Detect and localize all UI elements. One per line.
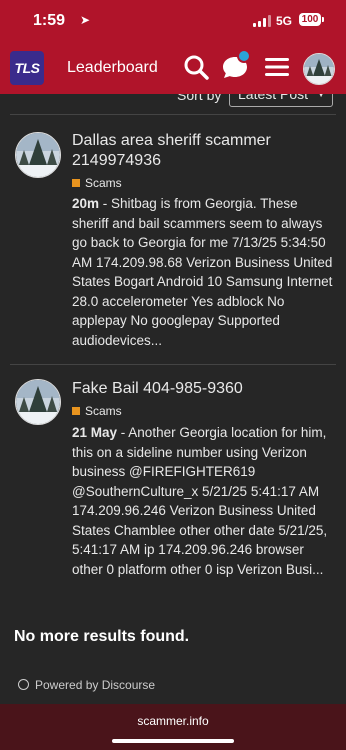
network-label: 5G bbox=[276, 14, 293, 28]
hamburger-menu-icon[interactable] bbox=[263, 53, 291, 81]
sort-selected-value: Latest Post bbox=[238, 94, 309, 102]
sort-label: Sort by bbox=[177, 94, 222, 103]
sort-bar: Sort by Latest Post ▼ bbox=[0, 94, 346, 110]
notification-badge bbox=[237, 49, 251, 63]
battery-tip bbox=[322, 17, 324, 22]
browser-url-bar[interactable]: scammer.info bbox=[0, 704, 346, 750]
powered-by[interactable]: Powered by Discourse bbox=[18, 678, 155, 692]
divider bbox=[10, 364, 336, 365]
home-indicator[interactable] bbox=[112, 739, 234, 743]
location-arrow-icon: ➤ bbox=[80, 13, 91, 27]
category-color-icon bbox=[72, 179, 80, 187]
topic-title[interactable]: Dallas area sheriff scammer 2149974936 bbox=[72, 131, 337, 171]
topic-excerpt: 20m - Shitbag is from Georgia. These she… bbox=[72, 196, 333, 348]
topic-excerpt: 21 May - Another Georgia location for hi… bbox=[72, 425, 328, 577]
sort-select[interactable]: Latest Post ▼ bbox=[229, 94, 333, 107]
category-label: Scams bbox=[85, 176, 122, 190]
powered-by-label: Powered by Discourse bbox=[35, 678, 156, 692]
status-time: 1:59 bbox=[33, 12, 66, 29]
site-header: TLS Leaderboard bbox=[0, 40, 346, 94]
chevron-down-icon: ▼ bbox=[316, 94, 326, 100]
topic-excerpt-text: Shitbag is from Georgia. These sheriff a… bbox=[72, 196, 333, 348]
status-bar: 1:59 ➤ 5G 100 bbox=[0, 0, 346, 40]
avatar[interactable] bbox=[15, 379, 61, 425]
site-logo[interactable]: TLS bbox=[10, 51, 44, 85]
category-label: Scams bbox=[85, 404, 122, 418]
divider bbox=[10, 114, 336, 115]
category-badge[interactable]: Scams bbox=[72, 176, 122, 190]
topic-age: 20m bbox=[72, 196, 100, 211]
category-color-icon bbox=[72, 407, 80, 415]
topic-excerpt-text: Another Georgia location for him, this o… bbox=[72, 425, 328, 577]
url-text[interactable]: scammer.info bbox=[0, 714, 346, 728]
category-badge[interactable]: Scams bbox=[72, 404, 122, 418]
no-more-results: No more results found. bbox=[14, 628, 190, 645]
avatar[interactable] bbox=[15, 132, 61, 178]
avatar[interactable] bbox=[303, 53, 335, 85]
discourse-icon bbox=[18, 679, 29, 690]
signal-icon bbox=[253, 15, 273, 27]
topic-age: 21 May bbox=[72, 425, 118, 440]
page-title[interactable]: Leaderboard bbox=[67, 59, 158, 77]
topic-title[interactable]: Fake Bail 404-985-9360 bbox=[72, 379, 337, 399]
battery-icon: 100 bbox=[299, 13, 321, 26]
search-icon[interactable] bbox=[182, 53, 210, 81]
